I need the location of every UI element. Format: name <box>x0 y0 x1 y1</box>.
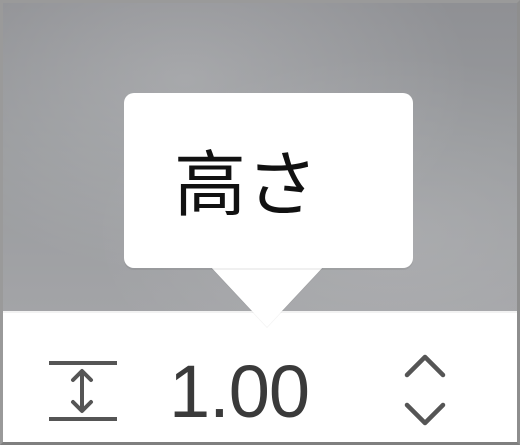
window-frame: 高さ <box>0 0 520 445</box>
height-icon <box>47 360 119 422</box>
height-tooltip: 高さ <box>124 93 413 268</box>
height-spinner <box>401 347 449 433</box>
tooltip-pointer <box>209 265 325 327</box>
height-value-input[interactable] <box>169 352 339 432</box>
chevron-down-icon <box>401 402 449 436</box>
decrement-button[interactable] <box>401 390 449 433</box>
increment-button[interactable] <box>401 347 449 390</box>
tooltip-label: 高さ <box>174 143 319 227</box>
height-control <box>3 311 517 442</box>
